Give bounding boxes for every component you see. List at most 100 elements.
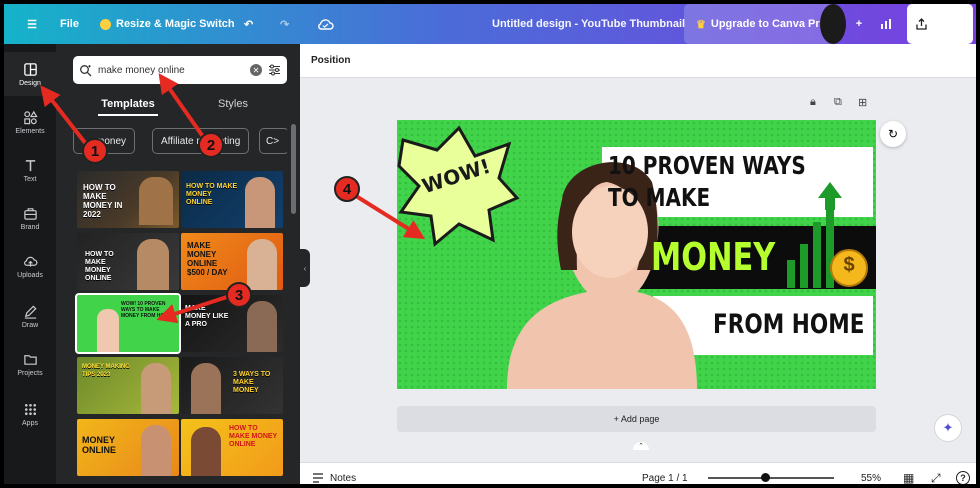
rail-item-apps[interactable]: Apps	[4, 392, 56, 436]
cloud-upload-icon	[23, 256, 37, 267]
notes-label: Notes	[330, 472, 357, 484]
magic-assistant-icon[interactable]: ✦	[934, 414, 962, 442]
zoom-slider[interactable]	[708, 477, 834, 479]
upgrade-button[interactable]: ♛ Upgrade to Canva Pro	[684, 4, 839, 44]
position-button[interactable]: Position	[311, 55, 350, 66]
apps-grid-icon	[24, 403, 36, 415]
bottom-bar: Notes Page 1 / 1 55% ▦ ⤢ ?	[300, 462, 976, 485]
thumb-dollar-coin: $	[843, 254, 855, 276]
filter-icon[interactable]	[268, 64, 281, 76]
add-page-icon[interactable]: ⊞	[858, 96, 867, 109]
search-input[interactable]: make money online	[98, 65, 185, 76]
share-button[interactable]: Share	[907, 4, 973, 44]
pen-icon	[24, 304, 37, 319]
magic-switch-icon	[100, 18, 111, 30]
rail-label: Projects	[17, 369, 43, 377]
template-card[interactable]: HOW TO MAKE MONEY ONLINE	[181, 419, 283, 476]
template-card[interactable]: HOW TO MAKE MONEY ONLINE	[77, 233, 179, 290]
template-card[interactable]: 3 WAYS TO MAKE MONEY	[181, 357, 283, 414]
template-card[interactable]: MONEY MAKING TIPS 2023	[77, 357, 179, 414]
zoom-slider-handle[interactable]	[761, 473, 770, 482]
context-toolbar: Position	[300, 44, 976, 78]
template-text: MONEY MAKING TIPS 2023	[82, 364, 130, 378]
left-rail: Design Elements Text Brand Uploads Draw …	[4, 44, 56, 484]
share-label: Share	[933, 18, 964, 30]
template-card[interactable]: HOW TO MAKE MONEY ONLINE	[181, 171, 283, 228]
rail-item-draw[interactable]: Draw	[4, 294, 56, 338]
rail-item-design[interactable]: Design	[4, 52, 56, 96]
thumb-money-text: MONEY	[651, 235, 776, 279]
app-window: ☰ File Resize & Magic Switch ↶ ↷ Untitle…	[0, 0, 980, 488]
design-page[interactable]: WOW! 10 PROVEN WAYS TO MAKE MONEY $ FROM…	[397, 120, 876, 389]
design-panel: make money online ✕ Templates Styles mon…	[56, 44, 300, 484]
resize-label: Resize & Magic Switch	[116, 18, 235, 30]
rail-item-brand[interactable]: Brand	[4, 196, 56, 240]
panel-tabs: Templates Styles	[73, 92, 287, 116]
text-icon	[25, 159, 35, 171]
cloud-save-icon[interactable]	[314, 4, 336, 44]
annotation-badge-1: 1	[82, 138, 108, 164]
tab-templates[interactable]: Templates	[78, 92, 178, 116]
template-text: MAKE MONEY LIKE A PRO	[185, 305, 229, 328]
top-bar: ☰ File Resize & Magic Switch ↶ ↷ Untitle…	[4, 4, 976, 44]
template-card-selected[interactable]: WOW! 10 PROVEN WAYS TO MAKE MONEY FROM H…	[75, 293, 181, 354]
rail-item-elements[interactable]: Elements	[4, 100, 56, 144]
shapes-icon	[23, 110, 38, 124]
insights-icon[interactable]	[876, 4, 896, 44]
design-title[interactable]: Untitled design - YouTube Thumbnail	[492, 4, 685, 44]
menu-icon[interactable]: ☰	[18, 4, 46, 44]
annotation-badge-4: 4	[334, 176, 360, 202]
canvas-workspace: Position ‹ 🔒︎ ⧉ ⊞ WOW! 10 PROVEN WAYS TO…	[300, 44, 976, 484]
template-text: HOW TO MAKE MONEY ONLINE	[229, 425, 278, 448]
duplicate-page-icon[interactable]: ⧉	[834, 96, 842, 109]
resize-magic-switch-button[interactable]: Resize & Magic Switch	[100, 4, 235, 44]
thumb-from-home-text: FROM HOME	[713, 309, 865, 340]
brand-icon	[23, 207, 37, 220]
template-card[interactable]: MAKE MONEY ONLINE $500 / DAY	[181, 233, 283, 290]
zoom-level[interactable]: 55%	[861, 463, 881, 484]
share-icon	[916, 18, 927, 30]
chip-more[interactable]: C>	[259, 128, 287, 154]
template-card[interactable]: HOW TO MAKE MONEY IN 2022	[77, 171, 179, 228]
template-text: WOW! 10 PROVEN WAYS TO MAKE MONEY FROM H…	[121, 301, 172, 319]
add-people-icon[interactable]: +	[850, 4, 868, 44]
regenerate-icon[interactable]: ↻	[880, 121, 906, 147]
folder-icon	[23, 354, 37, 365]
notes-button[interactable]: Notes	[312, 463, 357, 484]
file-menu[interactable]: File	[60, 4, 79, 44]
rail-label: Text	[23, 175, 37, 183]
collapse-panel-handle[interactable]: ‹	[300, 249, 310, 287]
page-indicator[interactable]: Page 1 / 1	[642, 463, 688, 484]
show-pages-handle[interactable]: ⌃	[633, 442, 649, 450]
clear-search-icon[interactable]: ✕	[250, 64, 262, 76]
help-icon[interactable]: ?	[956, 463, 970, 484]
annotation-badge-3: 3	[226, 282, 252, 308]
magic-search-icon	[80, 64, 92, 76]
add-page-button[interactable]: + Add page	[397, 406, 876, 432]
template-search-box[interactable]: make money online ✕	[73, 56, 287, 84]
grid-view-icon[interactable]: ▦	[903, 463, 914, 484]
thumb-headline-line1: 10 PROVEN WAYS	[608, 151, 806, 180]
rail-label: Elements	[15, 127, 45, 135]
template-text: HOW TO MAKE MONEY IN 2022	[83, 183, 123, 219]
undo-icon[interactable]: ↶	[244, 4, 253, 44]
rail-item-projects[interactable]: Projects	[4, 342, 56, 386]
rail-label: Design	[19, 79, 41, 87]
notes-icon	[313, 473, 323, 483]
layout-icon	[23, 62, 37, 76]
rail-item-uploads[interactable]: Uploads	[4, 244, 56, 288]
fullscreen-icon[interactable]: ⤢	[931, 463, 941, 485]
crown-icon: ♛	[696, 18, 706, 31]
rail-label: Brand	[20, 223, 40, 231]
redo-icon[interactable]: ↷	[280, 4, 289, 44]
template-card[interactable]: MONEY ONLINE	[77, 419, 179, 476]
panel-scrollbar[interactable]	[291, 124, 296, 214]
avatar[interactable]	[820, 4, 846, 44]
rail-label: Apps	[22, 419, 38, 427]
template-text: 3 WAYS TO MAKE MONEY	[233, 371, 271, 394]
template-text: HOW TO MAKE MONEY ONLINE	[85, 251, 114, 282]
tab-styles[interactable]: Styles	[183, 92, 283, 116]
upgrade-label: Upgrade to Canva Pro	[710, 18, 827, 30]
rail-item-text[interactable]: Text	[4, 148, 56, 192]
lock-icon[interactable]: 🔒︎	[810, 96, 816, 109]
